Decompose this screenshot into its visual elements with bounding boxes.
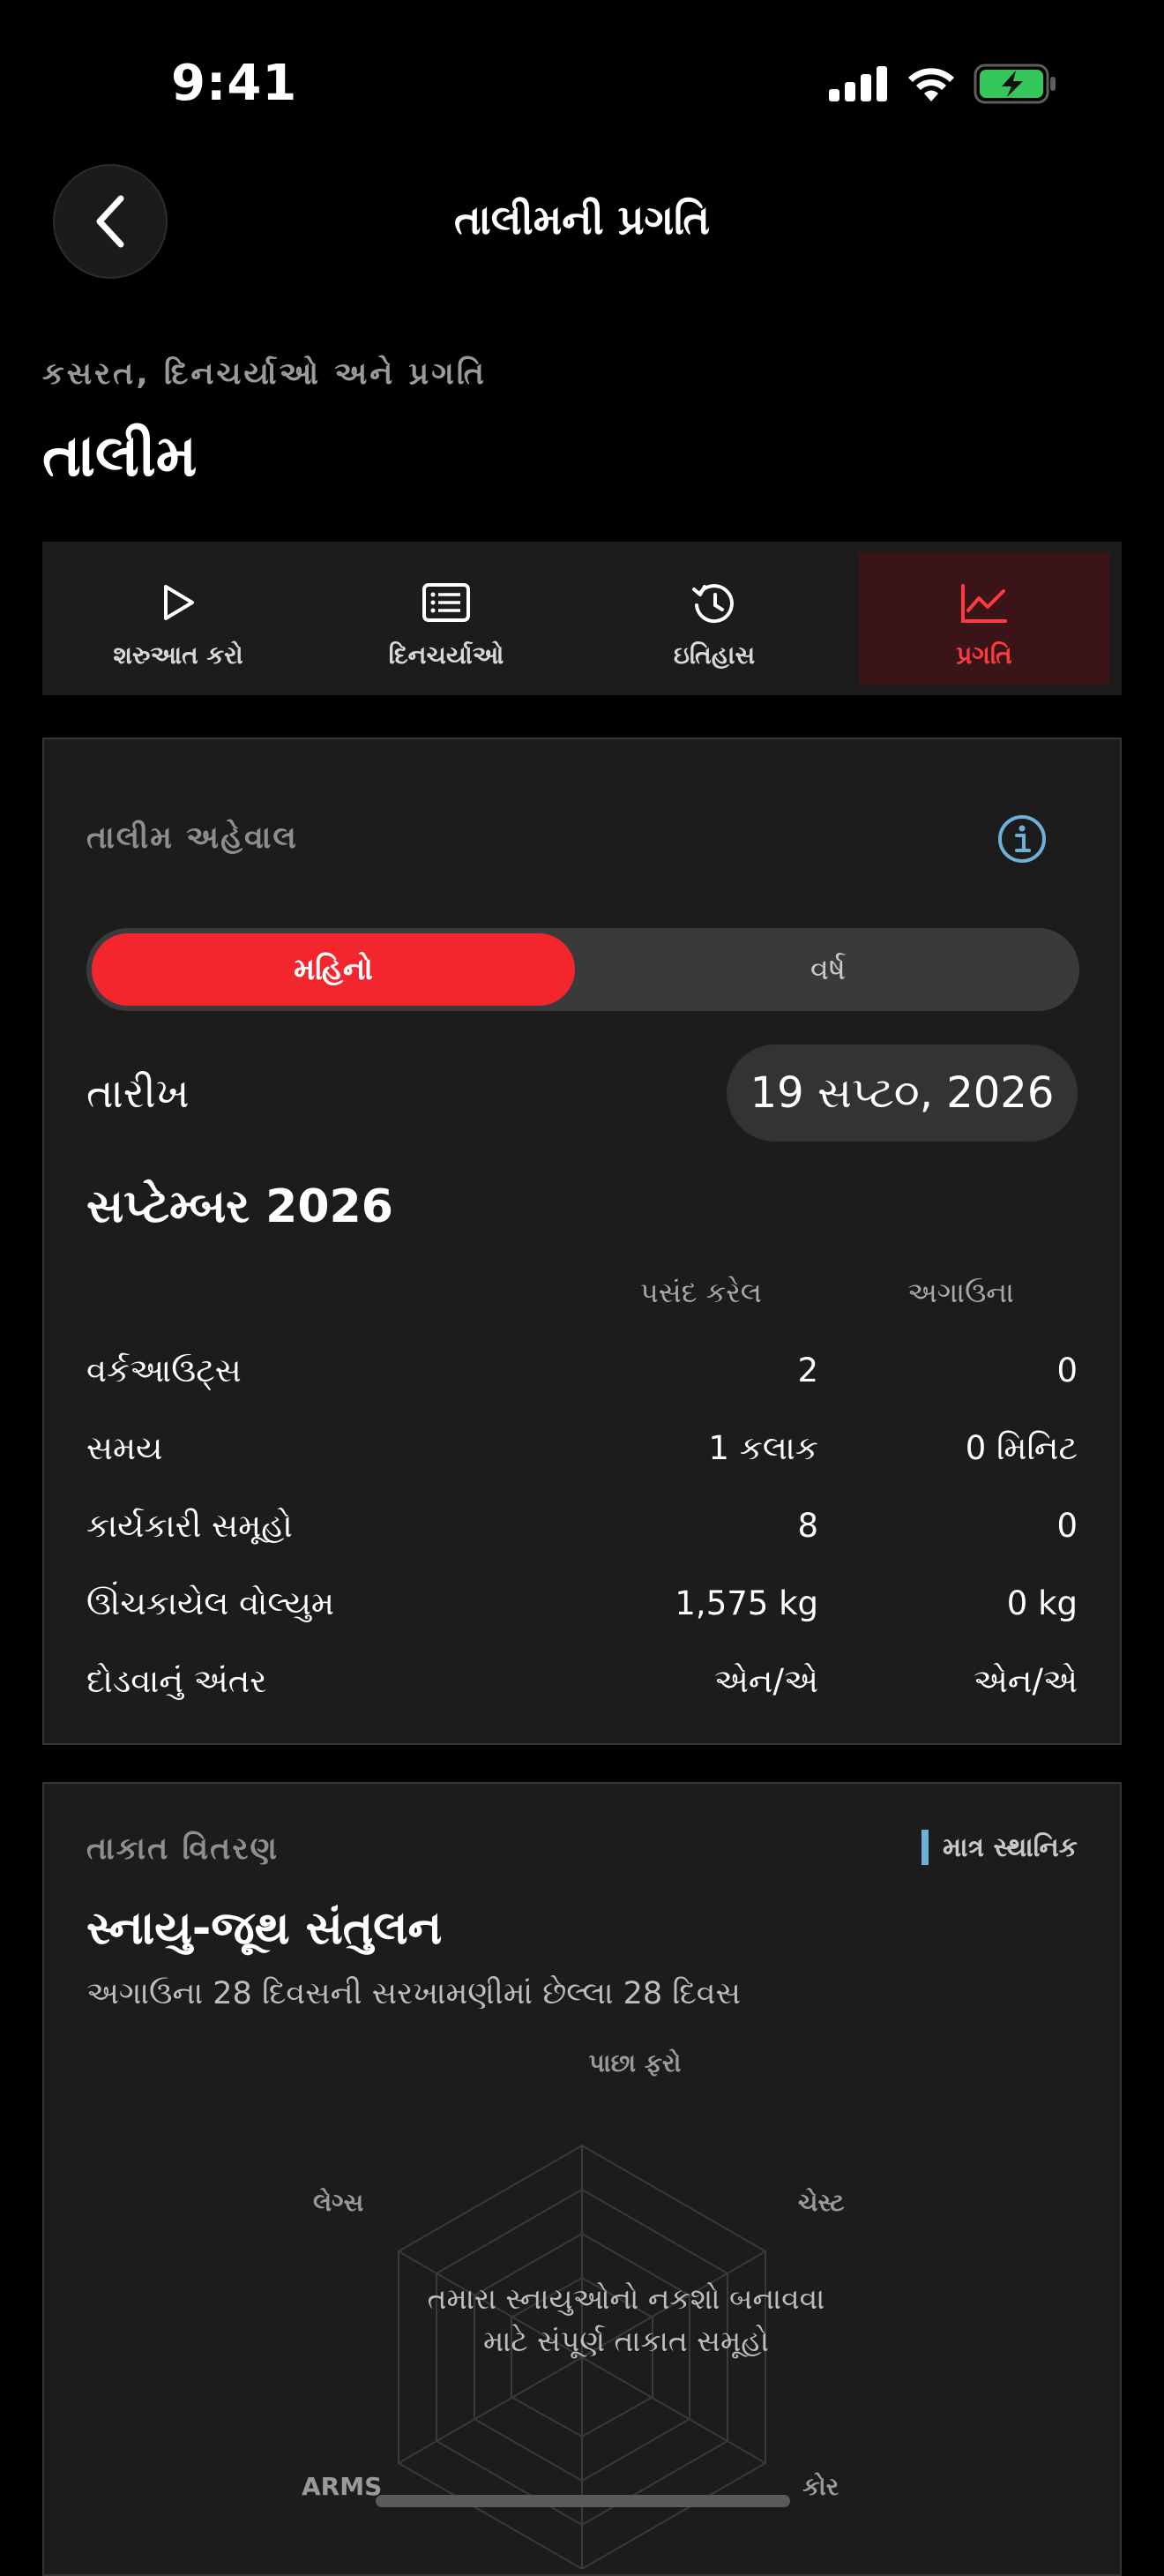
list-icon [422,583,470,622]
stat-row-previous: 0 [1056,1352,1078,1389]
period-segmented-control: મહિનો વર્ષ [86,928,1079,1011]
stat-row-label: દોડવાનું અંતર [86,1662,267,1700]
tab-label: ઇતિહાસ [673,640,756,670]
tab-label: પ્રગતિ [956,640,1012,670]
tab-label: દિનચર્યાઓ [388,640,504,670]
strength-subtitle: અગાઉના 28 દિવસની સરખામણીમાં છેલ્લા 28 દિ… [86,1976,741,2011]
stat-row-previous: 0 મિનિટ [965,1429,1078,1467]
segment-year[interactable]: વર્ષ [577,928,1079,1011]
stat-row-previous: 0 [1056,1507,1078,1545]
stat-row-label: ઊંચકાયેલ વોલ્યુમ [86,1584,335,1622]
cellular-signal-icon [829,66,887,101]
tab-label: શરુઆત કરો [113,640,243,670]
info-icon [998,815,1046,863]
chart-line-icon [961,584,1007,623]
wifi-icon [908,68,954,101]
history-icon [692,584,734,624]
tab-start[interactable]: શરુઆત કરો [53,552,303,685]
badge-accent-bar [922,1830,929,1865]
tab-routines[interactable]: દિનચર્યાઓ [321,552,571,685]
stat-row-selected: એન/એ [713,1662,818,1700]
radar-axis-label-back: પાછા ફરો [588,2048,682,2078]
training-report-card: તાલીમ અહેવાલ મહિનો વર્ષ તારીખ 19 સપ્ટ૦, … [42,738,1122,1745]
page-title: તાલીમ [42,422,198,490]
radar-spoke [398,2356,583,2464]
date-picker-button[interactable]: 19 સપ્ટ૦, 2026 [727,1045,1078,1142]
month-title: સપ્ટેમ્બર 2026 [86,1180,393,1233]
local-only-badge: માત્ર સ્થાનિક [922,1830,1078,1865]
status-icons [829,64,1058,104]
info-button[interactable] [996,813,1048,868]
tab-progress[interactable]: પ્રગતિ [859,552,1109,685]
radar-axis-label-legs: લેગ્સ [313,2188,364,2217]
play-icon [164,585,194,620]
column-header-previous: અગાઉના [907,1276,1014,1309]
report-label: તાલીમ અહેવાલ [86,820,298,856]
stat-row-label: સમય [86,1429,163,1467]
radar-axis-label-core: કોર [802,2472,839,2501]
radar-empty-message: તમારા સ્નાયુઓનો નકશો બનાવવા માટે સંપૂર્ણ… [427,2281,825,2358]
radar-spoke [581,2356,766,2464]
date-label: તારીખ [86,1069,190,1117]
strength-label: તાકાત વિતરણ [86,1831,279,1867]
badge-text: માત્ર સ્થાનિક [943,1831,1078,1863]
header-title: તાલીમની પ્રગતિ [454,196,710,243]
strength-distribution-card: તાકાત વિતરણ માત્ર સ્થાનિક સ્નાયુ-જૂથ સંત… [42,1782,1122,2576]
stat-row-label: વર્કઆઉટ્સ [86,1352,242,1389]
home-indicator[interactable] [376,2495,790,2507]
status-time: 9:41 [171,55,298,112]
stat-row-label: કાર્યકારી સમૂહો [86,1507,293,1545]
battery-charging-icon [974,64,1056,104]
stat-row-selected: 1 કલાક [708,1429,818,1467]
radar-axis-label-arms: ARMS [302,2472,383,2501]
strength-title: સ્નાયુ-જૂથ સંતુલન [86,1902,443,1955]
radar-axis-label-chest: ચેસ્ટ [798,2188,845,2217]
stat-row-selected: 1,575 kg [675,1584,818,1622]
tab-history[interactable]: ઇતિહાસ [589,552,839,685]
segment-month[interactable]: મહિનો [92,933,575,1006]
column-header-selected: પસંદ કરેલ [639,1276,762,1309]
page-subtitle: કસરત, દિનચર્યાઓ અને પ્રગતિ [42,356,487,392]
stat-row-selected: 2 [797,1352,818,1389]
tab-bar: શરુઆત કરો દિનચર્યાઓ ઇતિહાસ પ્રગતિ [42,542,1122,695]
stat-row-previous: એન/એ [973,1662,1078,1700]
stat-row-selected: 8 [797,1507,818,1545]
stat-row-previous: 0 kg [1006,1584,1078,1622]
